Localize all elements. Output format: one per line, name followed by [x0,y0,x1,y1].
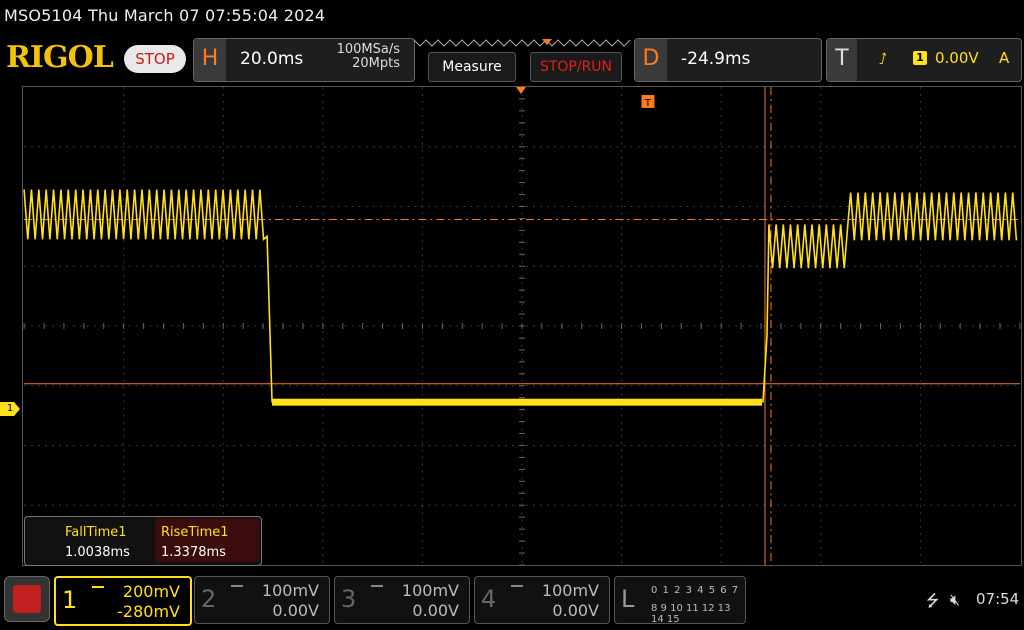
grid-menu-icon [13,585,41,613]
memory-depth: 20Mpts [352,56,400,71]
title-bar: MSO5104 Thu March 07 07:55:04 2024 [0,0,1024,34]
channel-offset: 0.00V [272,601,319,620]
ch1-waveform [23,189,1018,403]
channel-offset: 0.00V [552,601,599,620]
trigger-source-badge: 1 [913,51,927,65]
channel-scale: 200mV [122,582,180,601]
trigger-mode: A [999,49,1010,67]
measure-button[interactable]: Measure [428,52,516,82]
logic-channels-low: 0 1 2 3 4 5 6 7 [651,585,740,596]
channel-number: 2 [201,585,217,613]
trigger-position-arrow [516,87,526,94]
channel-3-button[interactable]: 3 100mV 0.00V [334,576,470,624]
fall-time-label: FallTime1 [65,525,127,540]
stop-run-button[interactable]: STOP/RUN [530,52,622,82]
channel-2-button[interactable]: 2 100mV 0.00V [194,576,330,624]
usb-icon: ⭍ [926,591,940,610]
trigger-position-strip [414,39,631,47]
delay-value: -24.9ms [681,49,751,69]
dc-coupling-icon [511,585,523,590]
speaker-muted-icon[interactable]: 🔇︎ [950,590,960,610]
ch1-low-band [272,398,762,406]
run-status-badge[interactable]: STOP [124,45,186,73]
horizontal-letter: H [194,39,226,81]
horizontal-panel[interactable]: H 20.0ms 100MSa/s 20Mpts [193,38,415,82]
measurement-panel[interactable]: FallTime1 1.0038ms RiseTime1 1.3378ms [24,516,262,566]
rise-time-value: 1.3378ms [161,545,226,560]
center-axis-ticks [23,87,1021,565]
channel-scale: 100mV [261,581,319,600]
delay-panel[interactable]: D -24.9ms [634,38,822,82]
sample-info: 100MSa/s 20Mpts [337,43,400,71]
ch1-ground-marker[interactable]: 1 [0,402,20,416]
channel-1-button[interactable]: 1 200mV -280mV [54,576,192,626]
dc-coupling-icon [92,586,104,591]
trigger-level: 0.00V [935,49,979,67]
channel-number: 3 [341,585,357,613]
main-menu-button[interactable] [4,576,50,622]
logic-letter: L [621,585,635,613]
dc-coupling-icon [371,585,383,590]
timebase-value: 20.0ms [240,49,304,69]
logic-channels-high: 8 9 10 11 12 13 14 15 [651,603,731,625]
channel-offset: 0.00V [412,601,459,620]
waveform-display[interactable]: T [22,86,1022,566]
channel-scale: 100mV [541,581,599,600]
fall-time-value: 1.0038ms [65,545,130,560]
rising-edge-icon: ⭜ [879,50,887,68]
channel-number: 4 [481,585,497,613]
channel-number: 1 [62,586,78,614]
logic-analyzer-button[interactable]: L 0 1 2 3 4 5 6 7 8 9 10 11 12 13 14 15 [614,576,746,625]
delay-letter: D [635,39,667,81]
trigger-letter: T [827,39,857,81]
sample-rate: 100MSa/s [336,42,400,57]
rise-time-label: RiseTime1 [161,525,229,540]
trigger-time-marker: T [641,94,655,109]
channel-scale: 100mV [401,581,459,600]
clock: 07:54 [976,590,1020,608]
dc-coupling-icon [231,585,243,590]
device-title: MSO5104 Thu March 07 07:55:04 2024 [4,6,326,25]
rigol-logo: RIGOL [6,40,114,75]
trigger-panel[interactable]: T ⭜ 1 0.00V A [826,38,1022,82]
channel-4-button[interactable]: 4 100mV 0.00V [474,576,610,624]
channel-offset: -280mV [117,602,180,621]
svg-text:T: T [644,98,652,109]
